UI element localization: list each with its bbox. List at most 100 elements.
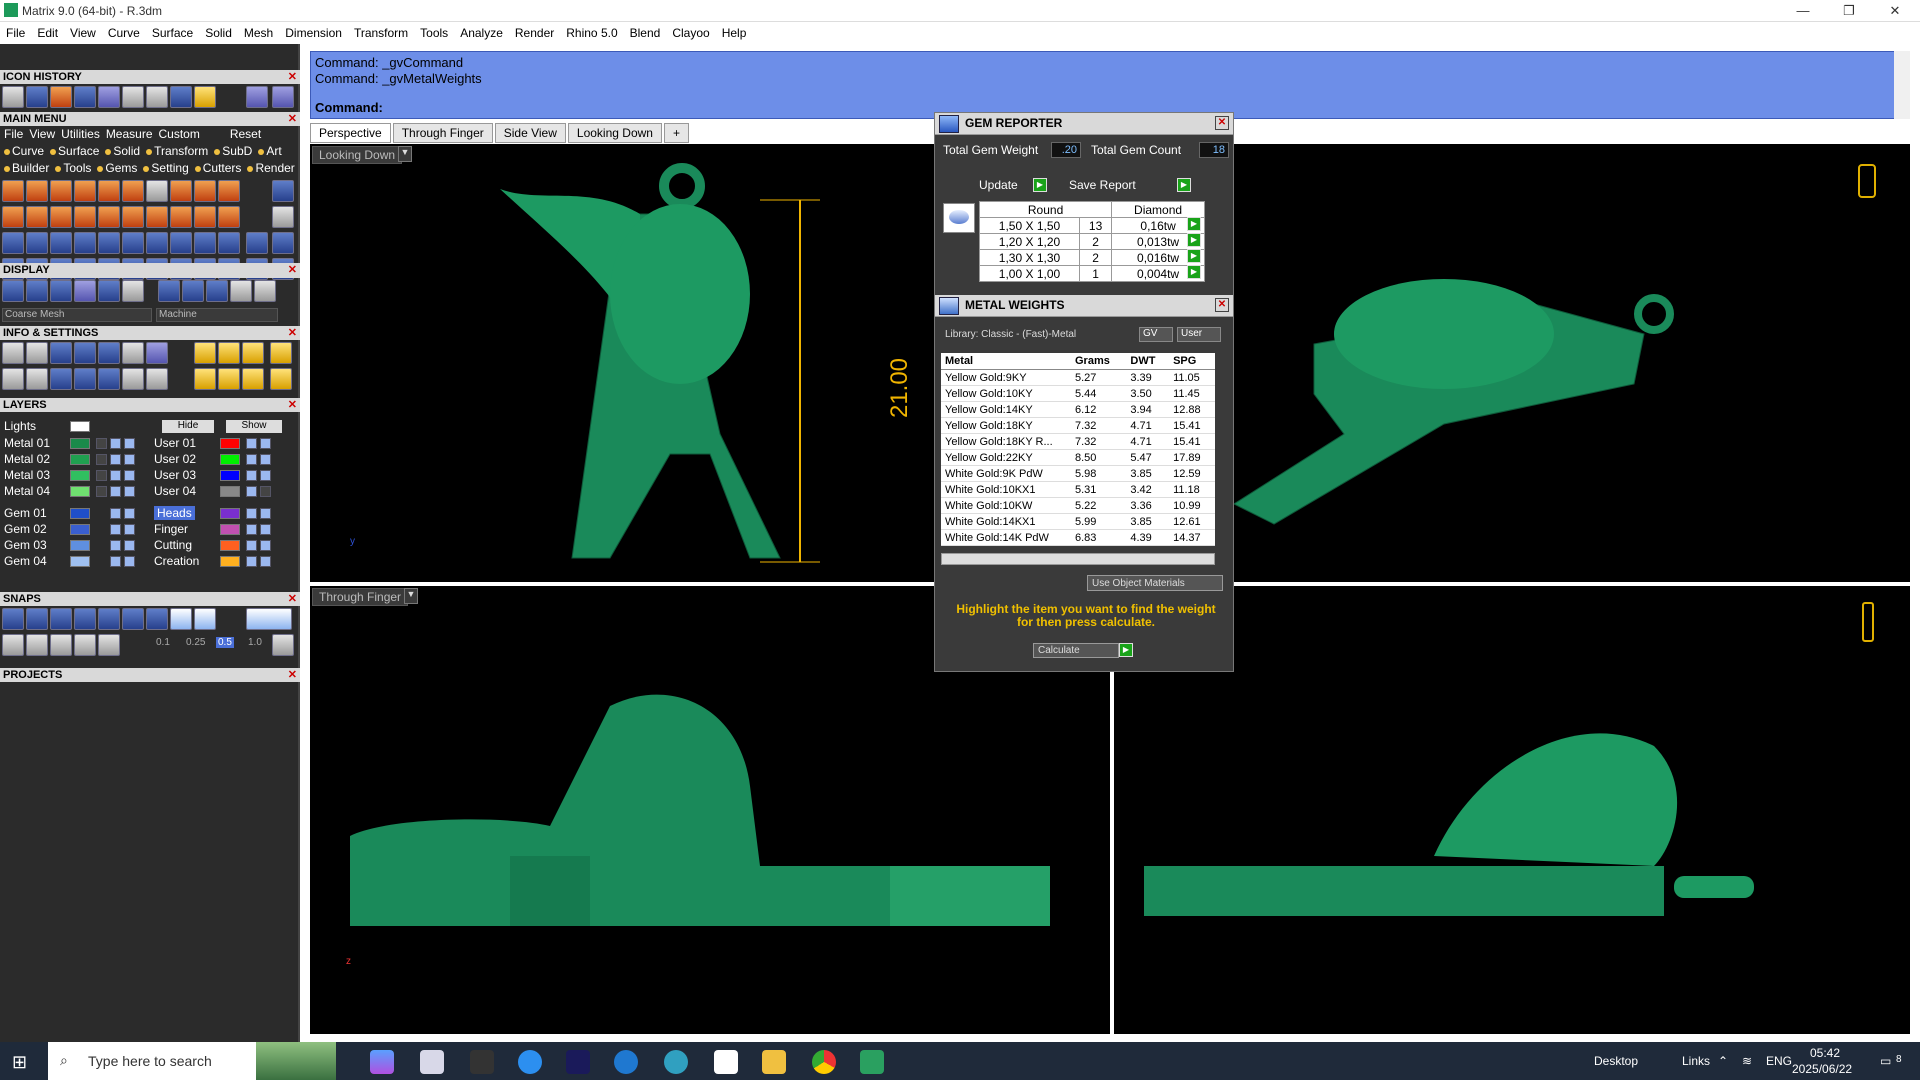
app-icon[interactable] bbox=[714, 1050, 738, 1074]
main-menu-item[interactable]: View bbox=[29, 127, 55, 141]
layer-color-swatch[interactable] bbox=[70, 438, 90, 449]
windows-start-icon[interactable]: ⊞ bbox=[12, 1052, 27, 1073]
menu-clayoo[interactable]: Clayoo bbox=[666, 26, 715, 40]
menu-transform[interactable]: Transform bbox=[348, 26, 414, 40]
sphere-icon[interactable] bbox=[182, 280, 204, 302]
layer-color-swatch[interactable] bbox=[70, 486, 90, 497]
layer-visible-icon[interactable] bbox=[110, 524, 121, 535]
info-icon[interactable] bbox=[26, 368, 48, 390]
layer-name[interactable]: Heads bbox=[154, 506, 195, 520]
layer-visible-icon[interactable] bbox=[110, 470, 121, 481]
tool-icon[interactable] bbox=[246, 232, 268, 254]
column-header[interactable]: DWT bbox=[1126, 353, 1170, 370]
close-icon[interactable]: ✕ bbox=[288, 668, 297, 682]
info-icon[interactable] bbox=[146, 368, 168, 390]
tool-icon[interactable] bbox=[122, 206, 144, 228]
info-icon[interactable] bbox=[270, 368, 292, 390]
info-icon[interactable] bbox=[2, 368, 24, 390]
wireframe-icon[interactable] bbox=[2, 280, 24, 302]
main-menu-item[interactable]: Curve bbox=[4, 144, 44, 158]
layer-visible-icon[interactable] bbox=[260, 486, 271, 497]
main-menu-item[interactable]: Custom bbox=[159, 127, 200, 141]
layer-lock-icon[interactable] bbox=[96, 438, 107, 449]
layer-color-swatch[interactable] bbox=[220, 508, 240, 519]
history-tool-icon[interactable] bbox=[2, 86, 24, 108]
layer-name[interactable]: Gem 02 bbox=[4, 522, 47, 536]
gem-row[interactable]: 1,50 X 1,50 13 0,16tw bbox=[979, 217, 1205, 234]
snap-icon[interactable] bbox=[98, 634, 120, 656]
layer-color-swatch[interactable] bbox=[220, 524, 240, 535]
use-object-materials-toggle[interactable]: Use Object Materials bbox=[1087, 575, 1223, 591]
show-button[interactable]: Show bbox=[226, 420, 282, 433]
menu-blend[interactable]: Blend bbox=[624, 26, 667, 40]
tool-icon[interactable] bbox=[194, 232, 216, 254]
close-icon[interactable]: ✕ bbox=[1215, 298, 1229, 312]
layer-visible-icon[interactable] bbox=[124, 470, 135, 481]
layer-visible-icon[interactable] bbox=[124, 508, 135, 519]
tool-icon[interactable] bbox=[50, 206, 72, 228]
arrow-left-icon[interactable] bbox=[246, 86, 268, 108]
layer-visible-icon[interactable] bbox=[260, 508, 271, 519]
tool-icon[interactable] bbox=[272, 180, 294, 202]
info-icon[interactable] bbox=[218, 368, 240, 390]
close-icon[interactable]: ✕ bbox=[288, 592, 297, 606]
tool-icon[interactable] bbox=[50, 180, 72, 202]
layer-name[interactable]: Creation bbox=[154, 554, 199, 568]
snap-value[interactable]: 0.25 bbox=[186, 637, 205, 648]
filter-icon[interactable] bbox=[98, 368, 120, 390]
layer-visible-icon[interactable] bbox=[124, 438, 135, 449]
menu-curve[interactable]: Curve bbox=[102, 26, 146, 40]
wifi-icon[interactable]: ≋ bbox=[1742, 1054, 1752, 1068]
settings-icon[interactable] bbox=[2, 342, 24, 364]
layer-visible-icon[interactable] bbox=[246, 540, 257, 551]
tool-icon[interactable] bbox=[98, 180, 120, 202]
tab-perspective[interactable]: Perspective bbox=[310, 123, 391, 143]
info-icon[interactable] bbox=[50, 342, 72, 364]
folder-icon[interactable] bbox=[762, 1050, 786, 1074]
user-toggle[interactable]: User bbox=[1177, 327, 1221, 342]
tool-icon[interactable] bbox=[2, 232, 24, 254]
sphere-icon[interactable] bbox=[254, 280, 276, 302]
layer-color-swatch[interactable] bbox=[70, 470, 90, 481]
layer-visible-icon[interactable] bbox=[260, 556, 271, 567]
menu-render[interactable]: Render bbox=[509, 26, 560, 40]
tool-icon[interactable] bbox=[50, 232, 72, 254]
main-menu-item[interactable]: Gems bbox=[97, 161, 137, 175]
layer-visible-icon[interactable] bbox=[110, 508, 121, 519]
metal-row[interactable]: White Gold:10KX1 5.31 3.42 11.18 bbox=[941, 481, 1215, 498]
info-icon[interactable] bbox=[270, 342, 292, 364]
layer-name[interactable]: Metal 04 bbox=[4, 484, 50, 498]
layer-visible-icon[interactable] bbox=[124, 556, 135, 567]
update-button[interactable]: Update bbox=[979, 178, 1018, 192]
layer-color-swatch[interactable] bbox=[70, 540, 90, 551]
save-report-button[interactable]: Save Report bbox=[1069, 178, 1136, 192]
display-mode-icon[interactable] bbox=[122, 280, 144, 302]
info-icon[interactable] bbox=[98, 342, 120, 364]
tool-icon[interactable] bbox=[272, 206, 294, 228]
tool-icon[interactable] bbox=[170, 206, 192, 228]
info-icon[interactable] bbox=[218, 342, 240, 364]
zoom-icon[interactable] bbox=[26, 342, 48, 364]
layer-lock-icon[interactable] bbox=[96, 486, 107, 497]
snap-icon[interactable] bbox=[194, 608, 216, 630]
edge-icon[interactable] bbox=[664, 1050, 688, 1074]
close-button[interactable]: ✕ bbox=[1872, 0, 1918, 22]
select-gem-icon[interactable]: ▶ bbox=[1187, 249, 1201, 263]
snap-icon[interactable] bbox=[2, 634, 24, 656]
layer-lock-icon[interactable] bbox=[96, 454, 107, 465]
info-icon[interactable] bbox=[74, 368, 96, 390]
tool-icon[interactable] bbox=[98, 232, 120, 254]
links-toolbar[interactable]: Links bbox=[1682, 1054, 1710, 1068]
layer-lock-icon[interactable] bbox=[96, 470, 107, 481]
close-icon[interactable]: ✕ bbox=[288, 398, 297, 412]
tool-icon[interactable] bbox=[146, 206, 168, 228]
info-icon[interactable] bbox=[242, 368, 264, 390]
tool-icon[interactable] bbox=[218, 206, 240, 228]
layer-visible-icon[interactable] bbox=[110, 454, 121, 465]
column-header[interactable]: Grams bbox=[1071, 353, 1127, 370]
main-menu-item[interactable]: Art bbox=[258, 144, 282, 158]
metal-row[interactable]: White Gold:14K PdW 6.83 4.39 14.37 bbox=[941, 529, 1215, 546]
clock-date[interactable]: 2025/06/22 bbox=[1792, 1062, 1852, 1076]
layer-visible-icon[interactable] bbox=[246, 524, 257, 535]
menu-mesh[interactable]: Mesh bbox=[238, 26, 279, 40]
